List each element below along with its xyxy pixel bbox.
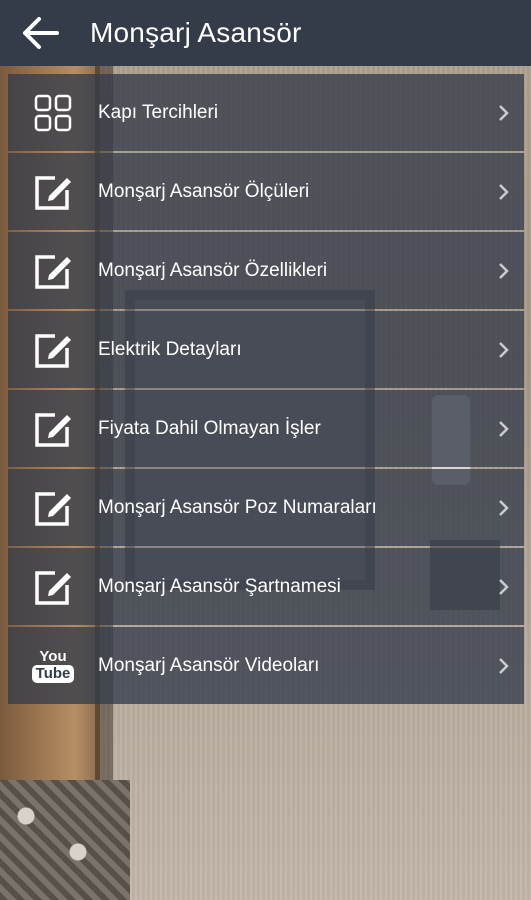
edit-icon: [8, 311, 98, 388]
edit-icon: [8, 232, 98, 309]
background-floor: [0, 780, 130, 900]
menu-item-label: Monşarj Asansör Şartnamesi: [98, 575, 341, 597]
edit-icon: [8, 153, 98, 230]
chevron-right-icon: [484, 627, 524, 704]
menu-item-label: Monşarj Asansör Poz Numaraları: [98, 496, 377, 518]
page-title: Monşarj Asansör: [90, 17, 302, 48]
chevron-right-icon: [484, 469, 524, 546]
menu-item-label: Elektrik Detayları: [98, 338, 242, 360]
chevron-right-icon: [484, 548, 524, 625]
chevron-right-icon: [484, 74, 524, 151]
chevron-right-icon: [484, 390, 524, 467]
menu-item-elektrik-detaylari[interactable]: Elektrik Detayları: [8, 311, 524, 388]
youtube-logo: You Tube: [31, 647, 75, 683]
menu-item-olculeri[interactable]: Monşarj Asansör Ölçüleri: [8, 153, 524, 230]
chevron-right-icon: [484, 232, 524, 309]
menu-item-fiyata-dahil-olmayan[interactable]: Fiyata Dahil Olmayan İşler: [8, 390, 524, 467]
menu-item-sartnamesi[interactable]: Monşarj Asansör Şartnamesi: [8, 548, 524, 625]
grid-icon: [8, 74, 98, 151]
menu-item-label: Monşarj Asansör Videoları: [98, 654, 320, 676]
menu-item-kapi-tercihleri[interactable]: Kapı Tercihleri: [8, 74, 524, 151]
youtube-logo-top: You: [39, 647, 67, 665]
menu-item-ozellikleri[interactable]: Monşarj Asansör Özellikleri: [8, 232, 524, 309]
back-button[interactable]: [0, 0, 80, 66]
menu-item-label: Monşarj Asansör Özellikleri: [98, 259, 328, 281]
menu-item-poz-numaralari[interactable]: Monşarj Asansör Poz Numaraları: [8, 469, 524, 546]
arrow-left-icon: [23, 17, 59, 49]
menu-list: Kapı Tercihleri Monşarj Asansör Ölçüleri…: [8, 74, 524, 706]
menu-item-label: Kapı Tercihleri: [98, 101, 219, 123]
edit-icon: [8, 469, 98, 546]
edit-icon: [8, 548, 98, 625]
youtube-icon: You Tube: [8, 627, 98, 704]
menu-item-label: Monşarj Asansör Ölçüleri: [98, 180, 310, 202]
menu-item-label: Fiyata Dahil Olmayan İşler: [98, 417, 321, 439]
menu-item-videolari[interactable]: You Tube Monşarj Asansör Videoları: [8, 627, 524, 704]
edit-icon: [8, 390, 98, 467]
youtube-logo-bottom: Tube: [31, 664, 75, 683]
app-bar: Monşarj Asansör: [0, 0, 531, 66]
chevron-right-icon: [484, 311, 524, 388]
chevron-right-icon: [484, 153, 524, 230]
